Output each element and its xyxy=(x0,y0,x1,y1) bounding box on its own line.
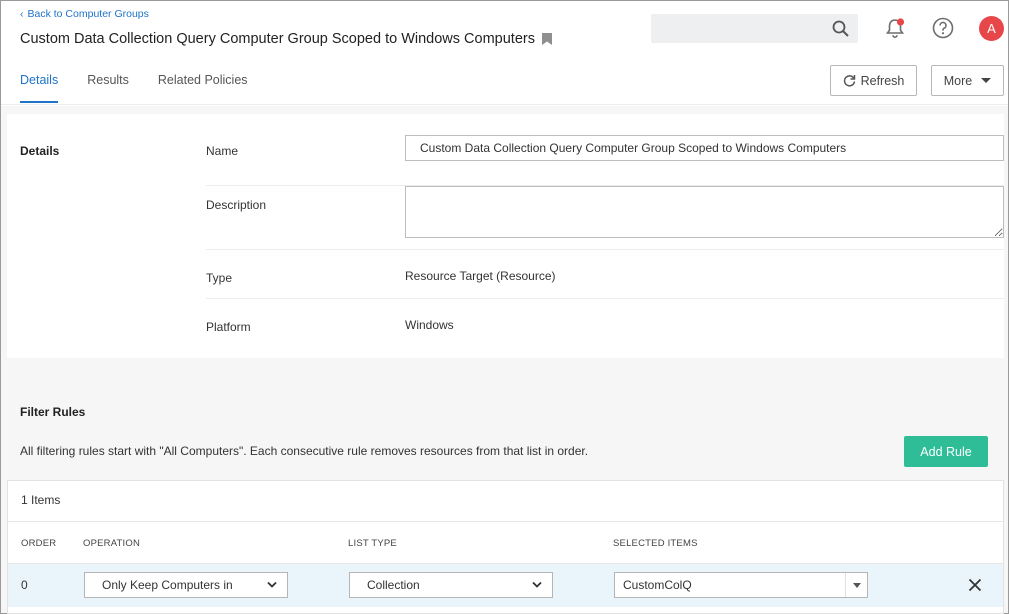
filter-rules-label: Filter Rules xyxy=(20,405,86,419)
tab-related-policies[interactable]: Related Policies xyxy=(158,73,248,103)
name-input[interactable] xyxy=(405,135,1004,161)
column-header-list-type[interactable]: LIST TYPE xyxy=(348,538,397,549)
list-type-selected-value: Collection xyxy=(367,578,420,592)
details-panel: Details Name Description Type Resource T… xyxy=(7,114,1004,358)
notification-bell-icon[interactable] xyxy=(884,17,906,39)
column-header-order[interactable]: ORDER xyxy=(21,538,56,549)
more-button[interactable]: More xyxy=(931,65,1004,96)
filter-rules-description: All filtering rules start with "All Comp… xyxy=(20,444,589,458)
platform-label: Platform xyxy=(206,320,251,334)
name-label: Name xyxy=(206,144,239,158)
column-header-operation[interactable]: OPERATION xyxy=(83,538,140,549)
page-header: ‹ Back to Computer Groups Custom Data Col… xyxy=(1,1,1008,105)
refresh-label: Refresh xyxy=(860,73,905,88)
search-icon[interactable] xyxy=(832,20,849,37)
type-label: Type xyxy=(206,271,233,285)
more-label: More xyxy=(943,73,973,88)
row-order: 0 xyxy=(21,578,28,592)
triangle-down-icon xyxy=(852,582,861,588)
refresh-button[interactable]: Refresh xyxy=(830,65,917,96)
filter-rules-section: Filter Rules All filtering rules start w… xyxy=(7,394,1004,614)
items-count: 1 Items xyxy=(21,493,61,507)
platform-field-row: Platform Windows xyxy=(206,299,1004,358)
operation-selected-value: Only Keep Computers in xyxy=(102,578,233,592)
details-section-label: Details xyxy=(20,144,60,158)
filter-rules-table: 1 Items ORDER OPERATION LIST TYPE SELECT… xyxy=(7,480,1004,614)
user-avatar[interactable]: A xyxy=(979,16,1004,41)
table-row: 0 Only Keep Computers in Collection Cust… xyxy=(8,564,1003,607)
tab-details[interactable]: Details xyxy=(20,73,59,103)
description-label: Description xyxy=(206,198,267,212)
chevron-left-icon: ‹ xyxy=(20,8,24,20)
back-to-computer-groups-link[interactable]: ‹ Back to Computer Groups xyxy=(20,8,149,20)
refresh-icon xyxy=(843,75,855,87)
back-link-label: Back to Computer Groups xyxy=(27,8,149,20)
tab-results[interactable]: Results xyxy=(87,73,129,103)
column-header-selected-items[interactable]: SELECTED ITEMS xyxy=(613,538,698,549)
chevron-down-icon xyxy=(267,581,277,588)
name-field-row: Name xyxy=(206,135,1004,186)
chevron-down-icon xyxy=(532,581,542,588)
selected-items-combobox[interactable]: CustomColQ xyxy=(614,572,868,598)
page-title: Custom Data Collection Query Computer Gr… xyxy=(20,31,552,47)
help-icon[interactable] xyxy=(932,17,954,39)
search-input[interactable] xyxy=(651,14,821,43)
type-value: Resource Target (Resource) xyxy=(405,269,556,283)
page-title-text: Custom Data Collection Query Computer Gr… xyxy=(20,31,535,47)
remove-rule-icon[interactable] xyxy=(968,578,982,592)
operation-select[interactable]: Only Keep Computers in xyxy=(84,572,288,598)
description-textarea[interactable] xyxy=(405,186,1004,238)
platform-value: Windows xyxy=(405,318,454,332)
list-type-select[interactable]: Collection xyxy=(349,572,553,598)
table-header: ORDER OPERATION LIST TYPE SELECTED ITEMS xyxy=(8,521,1003,564)
add-rule-button[interactable]: Add Rule xyxy=(904,436,988,467)
description-field-row: Description xyxy=(206,186,1004,250)
selected-items-value: CustomColQ xyxy=(623,578,692,592)
type-field-row: Type Resource Target (Resource) xyxy=(206,250,1004,299)
tab-bar: Details Results Related Policies xyxy=(20,73,277,103)
avatar-letter: A xyxy=(987,21,996,36)
combobox-dropdown-arrow[interactable] xyxy=(845,573,867,597)
bookmark-icon[interactable] xyxy=(541,33,552,45)
content-area: Details Name Description Type Resource T… xyxy=(1,106,1008,614)
global-search xyxy=(651,14,858,43)
caret-down-icon xyxy=(981,78,992,83)
